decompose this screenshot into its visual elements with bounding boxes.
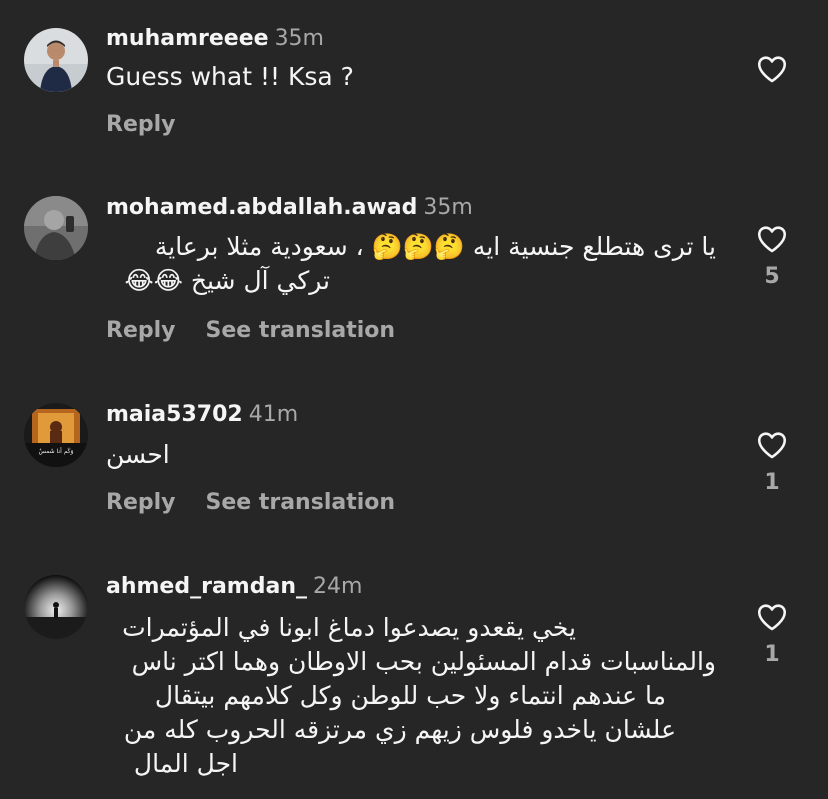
- timestamp: 41m: [248, 402, 299, 427]
- comment-text: يخي يقعدو يصدعوا دماغ ابونا في المؤتمرات…: [106, 611, 716, 781]
- comment-line: احسن: [106, 440, 170, 469]
- avatar[interactable]: [24, 196, 88, 260]
- heart-outline-icon[interactable]: [753, 52, 791, 86]
- reply-button[interactable]: Reply: [106, 111, 176, 139]
- see-translation-button[interactable]: See translation: [206, 489, 396, 517]
- like-count: 1: [764, 470, 780, 495]
- username[interactable]: maia53702: [106, 402, 243, 427]
- username[interactable]: ahmed_ramdan_: [106, 574, 307, 599]
- heart-outline-icon[interactable]: [753, 428, 791, 462]
- comment-line: يخي يقعدو يصدعوا دماغ ابونا في المؤتمرات: [122, 613, 576, 642]
- svg-text:وَكَم أنا شَمسٌ: وَكَم أنا شَمسٌ: [39, 447, 74, 455]
- like-control: 1: [752, 428, 792, 495]
- comment-header: maia53702 41m: [106, 401, 298, 430]
- heart-outline-icon[interactable]: [753, 600, 791, 634]
- reply-button[interactable]: Reply: [106, 489, 176, 517]
- like-count: 1: [764, 642, 780, 667]
- see-translation-button[interactable]: See translation: [206, 317, 396, 345]
- like-control: [752, 52, 792, 86]
- comment-line: والمناسبات قدام المسئولين بحب الاوطان وه…: [131, 647, 716, 676]
- comment-text: احسن: [106, 438, 170, 472]
- comment-line: يا ترى هتطلع جنسية ايه 🤔🤔🤔 ، سعودية مثلا…: [154, 232, 716, 261]
- heart-outline-icon[interactable]: [753, 222, 791, 256]
- comment-line: تركي آل شيخ 😂😂: [124, 266, 331, 295]
- like-control: 1: [752, 600, 792, 667]
- like-count: 5: [764, 264, 780, 289]
- timestamp: 35m: [274, 26, 324, 51]
- like-control: 5: [752, 222, 792, 289]
- comment-line: ما عندهم انتماء ولا حب للوطن وكل كلامهم …: [154, 681, 666, 710]
- username[interactable]: mohamed.abdallah.awad: [106, 195, 417, 220]
- comment-actions: Reply See translation: [106, 317, 395, 345]
- timestamp: 35m: [423, 195, 473, 220]
- comment-actions: Reply See translation: [106, 489, 395, 517]
- comment-header: mohamed.abdallah.awad 35m: [106, 194, 473, 223]
- avatar[interactable]: [24, 575, 88, 639]
- avatar[interactable]: [24, 28, 88, 92]
- comment-line: علشان ياخدو فلوس زيهم زي مرتزقه الحروب ك…: [123, 715, 676, 744]
- comment-actions: Reply: [106, 111, 176, 139]
- avatar[interactable]: وَكَم أنا شَمسٌ: [24, 403, 88, 467]
- comment-line: اجل المال: [133, 749, 238, 778]
- comment-text: Guess what !! Ksa ?: [106, 62, 354, 91]
- timestamp: 24m: [312, 574, 363, 599]
- reply-button[interactable]: Reply: [106, 317, 176, 345]
- comment-header: muhamreeee 35m: [106, 25, 324, 54]
- username[interactable]: muhamreeee: [106, 26, 269, 51]
- comment-text: يا ترى هتطلع جنسية ايه 🤔🤔🤔 ، سعودية مثلا…: [106, 230, 717, 298]
- comment-header: ahmed_ramdan_ 24m: [106, 573, 362, 602]
